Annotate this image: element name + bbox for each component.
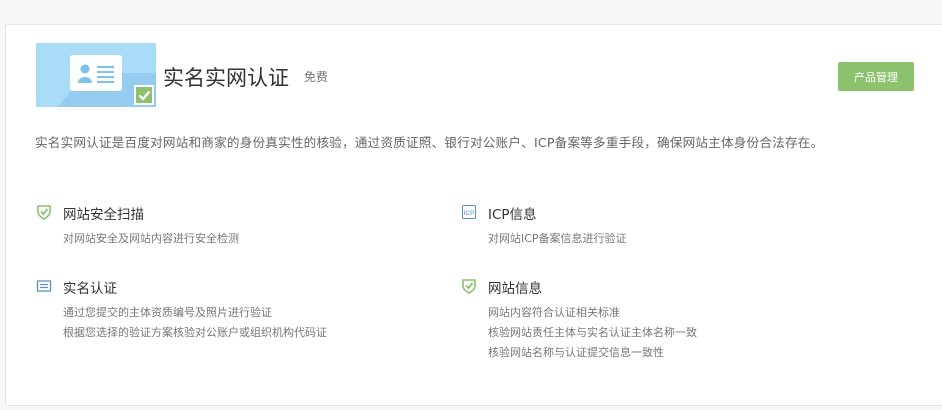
price-tag: 免费 bbox=[304, 70, 329, 84]
feature-description: 对网站安全及网站内容进行安全检测 bbox=[63, 229, 239, 249]
feature-line: 网站内容符合认证相关标准 bbox=[488, 306, 620, 319]
verified-check-icon bbox=[134, 85, 154, 105]
feature-name: 网站信息 bbox=[488, 281, 542, 297]
product-description: 实名实网认证是百度对网站和商家的身份真实性的核验，通过资质证照、银行对公账户、I… bbox=[35, 135, 824, 150]
feature-description: 对网站ICP备案信息进行验证 bbox=[488, 229, 627, 249]
card-line bbox=[97, 76, 114, 78]
card-line bbox=[97, 81, 114, 83]
feature-line: 对网站安全及网站内容进行安全检测 bbox=[63, 232, 239, 245]
feature-line: 对网站ICP备案信息进行验证 bbox=[488, 232, 627, 245]
feature-name: 实名认证 bbox=[63, 281, 117, 297]
feature-line: 核验网站责任主体与实名认证主体名称一致 bbox=[488, 326, 697, 339]
icp-icon-text: ICP bbox=[464, 210, 475, 217]
product-card: 实名实网认证 免费 产品管理 实名实网认证是百度对网站和商家的身份真实性的核验，… bbox=[5, 24, 942, 406]
card-line bbox=[97, 66, 114, 68]
product-manage-button[interactable]: 产品管理 bbox=[838, 62, 914, 91]
shield-check-icon bbox=[37, 205, 51, 220]
feature-description: 通过您提交的主体资质编号及照片进行验证 根据您选择的验证方案核验对公账户或组织机… bbox=[63, 303, 327, 343]
icp-icon: ICP bbox=[462, 205, 476, 219]
feature-line: 根据您选择的验证方案核验对公账户或组织机构代码证 bbox=[63, 326, 327, 339]
id-card-icon bbox=[70, 55, 122, 91]
feature-description: 网站内容符合认证相关标准 核验网站责任主体与实名认证主体名称一致 核验网站名称与… bbox=[488, 303, 697, 363]
feature-name: ICP信息 bbox=[488, 207, 537, 223]
feature-line: 通过您提交的主体资质编号及照片进行验证 bbox=[63, 306, 272, 319]
shield-check-icon bbox=[462, 279, 476, 294]
card-line bbox=[97, 71, 114, 73]
product-title: 实名实网认证 bbox=[163, 66, 289, 90]
feature-name: 网站安全扫描 bbox=[63, 207, 144, 223]
product-hero-image bbox=[36, 43, 156, 107]
feature-line: 核验网站名称与认证提交信息一致性 bbox=[488, 346, 664, 359]
id-card-icon bbox=[36, 280, 52, 292]
person-icon bbox=[78, 64, 92, 83]
